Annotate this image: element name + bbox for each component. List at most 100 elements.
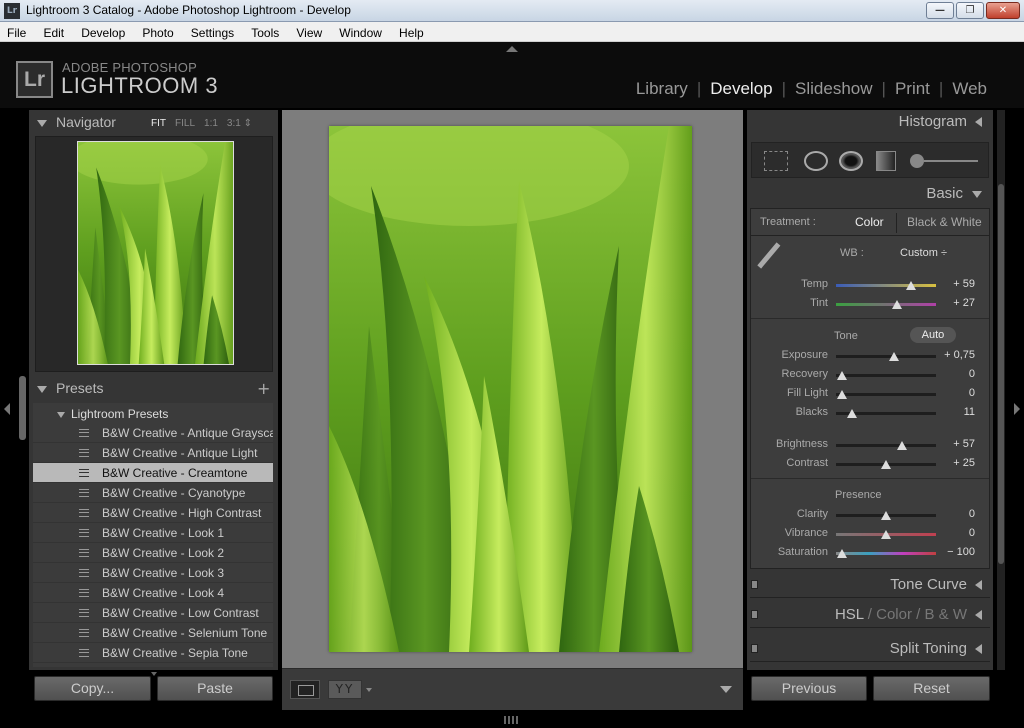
right-panel-scroll-thumb[interactable] [998,184,1004,564]
preset-item[interactable]: B&W Creative - Look 2 [33,543,273,563]
copy-button[interactable]: Copy... [34,676,151,701]
slider-thumb[interactable] [889,352,899,361]
previous-button[interactable]: Previous [751,676,867,701]
menu-tools[interactable]: Tools [244,23,284,40]
slider-value[interactable]: 0 [935,508,975,520]
slider-track[interactable] [836,393,936,396]
treatment-color-button[interactable]: Color [855,215,884,229]
slider-value[interactable]: 11 [935,406,975,418]
menu-edit[interactable]: Edit [36,23,69,40]
filmstrip-grip-icon[interactable] [504,716,520,724]
basic-header[interactable]: Basic [750,185,990,209]
eyedropper-icon[interactable] [763,244,791,276]
preset-item[interactable]: B&W Creative - Selenium Tone [33,623,273,643]
before-after-dropdown-icon[interactable] [366,688,372,692]
preset-item[interactable]: B&W Creative - Sepia Tone [33,643,273,663]
module-develop[interactable]: Develop [710,79,772,99]
preset-folder[interactable]: Lightroom Presets [33,403,273,423]
color-tab[interactable]: Color [876,606,912,623]
toolbar-options-icon[interactable] [720,686,732,693]
close-button[interactable]: ✕ [986,2,1020,19]
slider-value[interactable]: + 57 [935,438,975,450]
right-panel-toggle-icon[interactable] [1014,403,1020,415]
preset-item[interactable]: B&W Creative - Look 4 [33,583,273,603]
menu-photo[interactable]: Photo [135,23,178,40]
scroll-down-icon[interactable] [151,672,157,676]
preset-item[interactable]: B&W Creative - Look 1 [33,523,273,543]
slider-thumb[interactable] [897,441,907,450]
slider-thumb[interactable] [847,409,857,418]
slider-thumb[interactable] [881,460,891,469]
hsl-header[interactable]: HSL / Color / B & W [750,602,990,628]
zoom-1-1[interactable]: 1:1 [204,118,218,129]
slider-value[interactable]: 0 [935,368,975,380]
left-panel-scrollbar[interactable] [19,376,26,440]
panel-switch-icon[interactable] [751,610,758,619]
menu-settings[interactable]: Settings [184,23,239,40]
slider-thumb[interactable] [837,371,847,380]
zoom-3-1[interactable]: 3:1 ⇕ [227,118,252,129]
crop-icon[interactable] [764,151,788,171]
spot-removal-icon[interactable] [804,151,828,171]
zoom-fit[interactable]: FIT [151,118,166,129]
menu-view[interactable]: View [289,23,327,40]
menu-develop[interactable]: Develop [74,23,130,40]
slider-value[interactable]: − 100 [935,546,975,558]
preset-item[interactable]: B&W Creative - Look 3 [33,563,273,583]
slider-value[interactable]: 0 [935,527,975,539]
treatment-bw-button[interactable]: Black & White [907,215,982,229]
slider-thumb[interactable] [837,390,847,399]
graduated-filter-icon[interactable] [876,151,896,171]
main-photo[interactable] [329,126,692,652]
slider-value[interactable]: + 59 [935,278,975,290]
slider-track[interactable] [836,552,936,555]
module-web[interactable]: Web [952,79,987,99]
navigator-thumbnail[interactable] [77,141,234,365]
presets-header[interactable]: Presets [37,380,277,404]
wb-dropdown[interactable]: Custom ÷ [900,247,947,259]
slider-value[interactable]: + 27 [935,297,975,309]
menu-file[interactable]: File [0,23,31,40]
slider-thumb[interactable] [881,511,891,520]
slider-thumb[interactable] [881,530,891,539]
hsl-tab[interactable]: HSL [835,606,864,623]
loupe-view-icon[interactable] [290,680,320,699]
add-preset-icon[interactable]: + [257,379,270,398]
maximize-button[interactable]: ❐ [956,2,984,19]
preset-item-selected[interactable]: B&W Creative - Creamtone [33,463,273,483]
adjustment-brush-icon[interactable] [910,151,978,171]
menu-window[interactable]: Window [332,23,387,40]
slider-thumb[interactable] [892,300,902,309]
reset-button[interactable]: Reset [873,676,990,701]
split-toning-header[interactable]: Split Toning [750,636,990,662]
histogram-header[interactable]: Histogram [750,113,990,137]
preset-item[interactable]: B&W Creative - High Contrast [33,503,273,523]
preset-item[interactable]: B&W Creative - Antique Grayscale [33,423,273,443]
preset-item[interactable]: B&W Creative - Antique Light [33,443,273,463]
slider-track[interactable] [836,374,936,377]
slider-value[interactable]: + 0,75 [935,349,975,361]
slider-thumb[interactable] [906,281,916,290]
before-after-button[interactable]: YY [328,680,362,699]
auto-tone-button[interactable]: Auto [910,327,956,343]
zoom-fill[interactable]: FILL [175,118,195,129]
menu-help[interactable]: Help [392,23,429,40]
panel-switch-icon[interactable] [751,644,758,653]
module-print[interactable]: Print [895,79,930,99]
slider-thumb[interactable] [837,549,847,558]
module-slideshow[interactable]: Slideshow [795,79,873,99]
panel-switch-icon[interactable] [751,580,758,589]
preset-item[interactable]: B&W Creative - Cyanotype [33,483,273,503]
bw-tab[interactable]: B & W [924,606,967,623]
tone-curve-header[interactable]: Tone Curve [750,572,990,598]
minimize-button[interactable]: — [926,2,954,19]
slider-track[interactable] [836,303,936,306]
preset-item[interactable]: B&W Creative - Low Contrast [33,603,273,623]
slider-track[interactable] [836,355,936,358]
left-panel-toggle-icon[interactable] [4,403,10,415]
module-library[interactable]: Library [636,79,688,99]
slider-value[interactable]: 0 [935,387,975,399]
slider-track[interactable] [836,444,936,447]
slider-value[interactable]: + 25 [935,457,975,469]
slider-track[interactable] [836,284,936,287]
